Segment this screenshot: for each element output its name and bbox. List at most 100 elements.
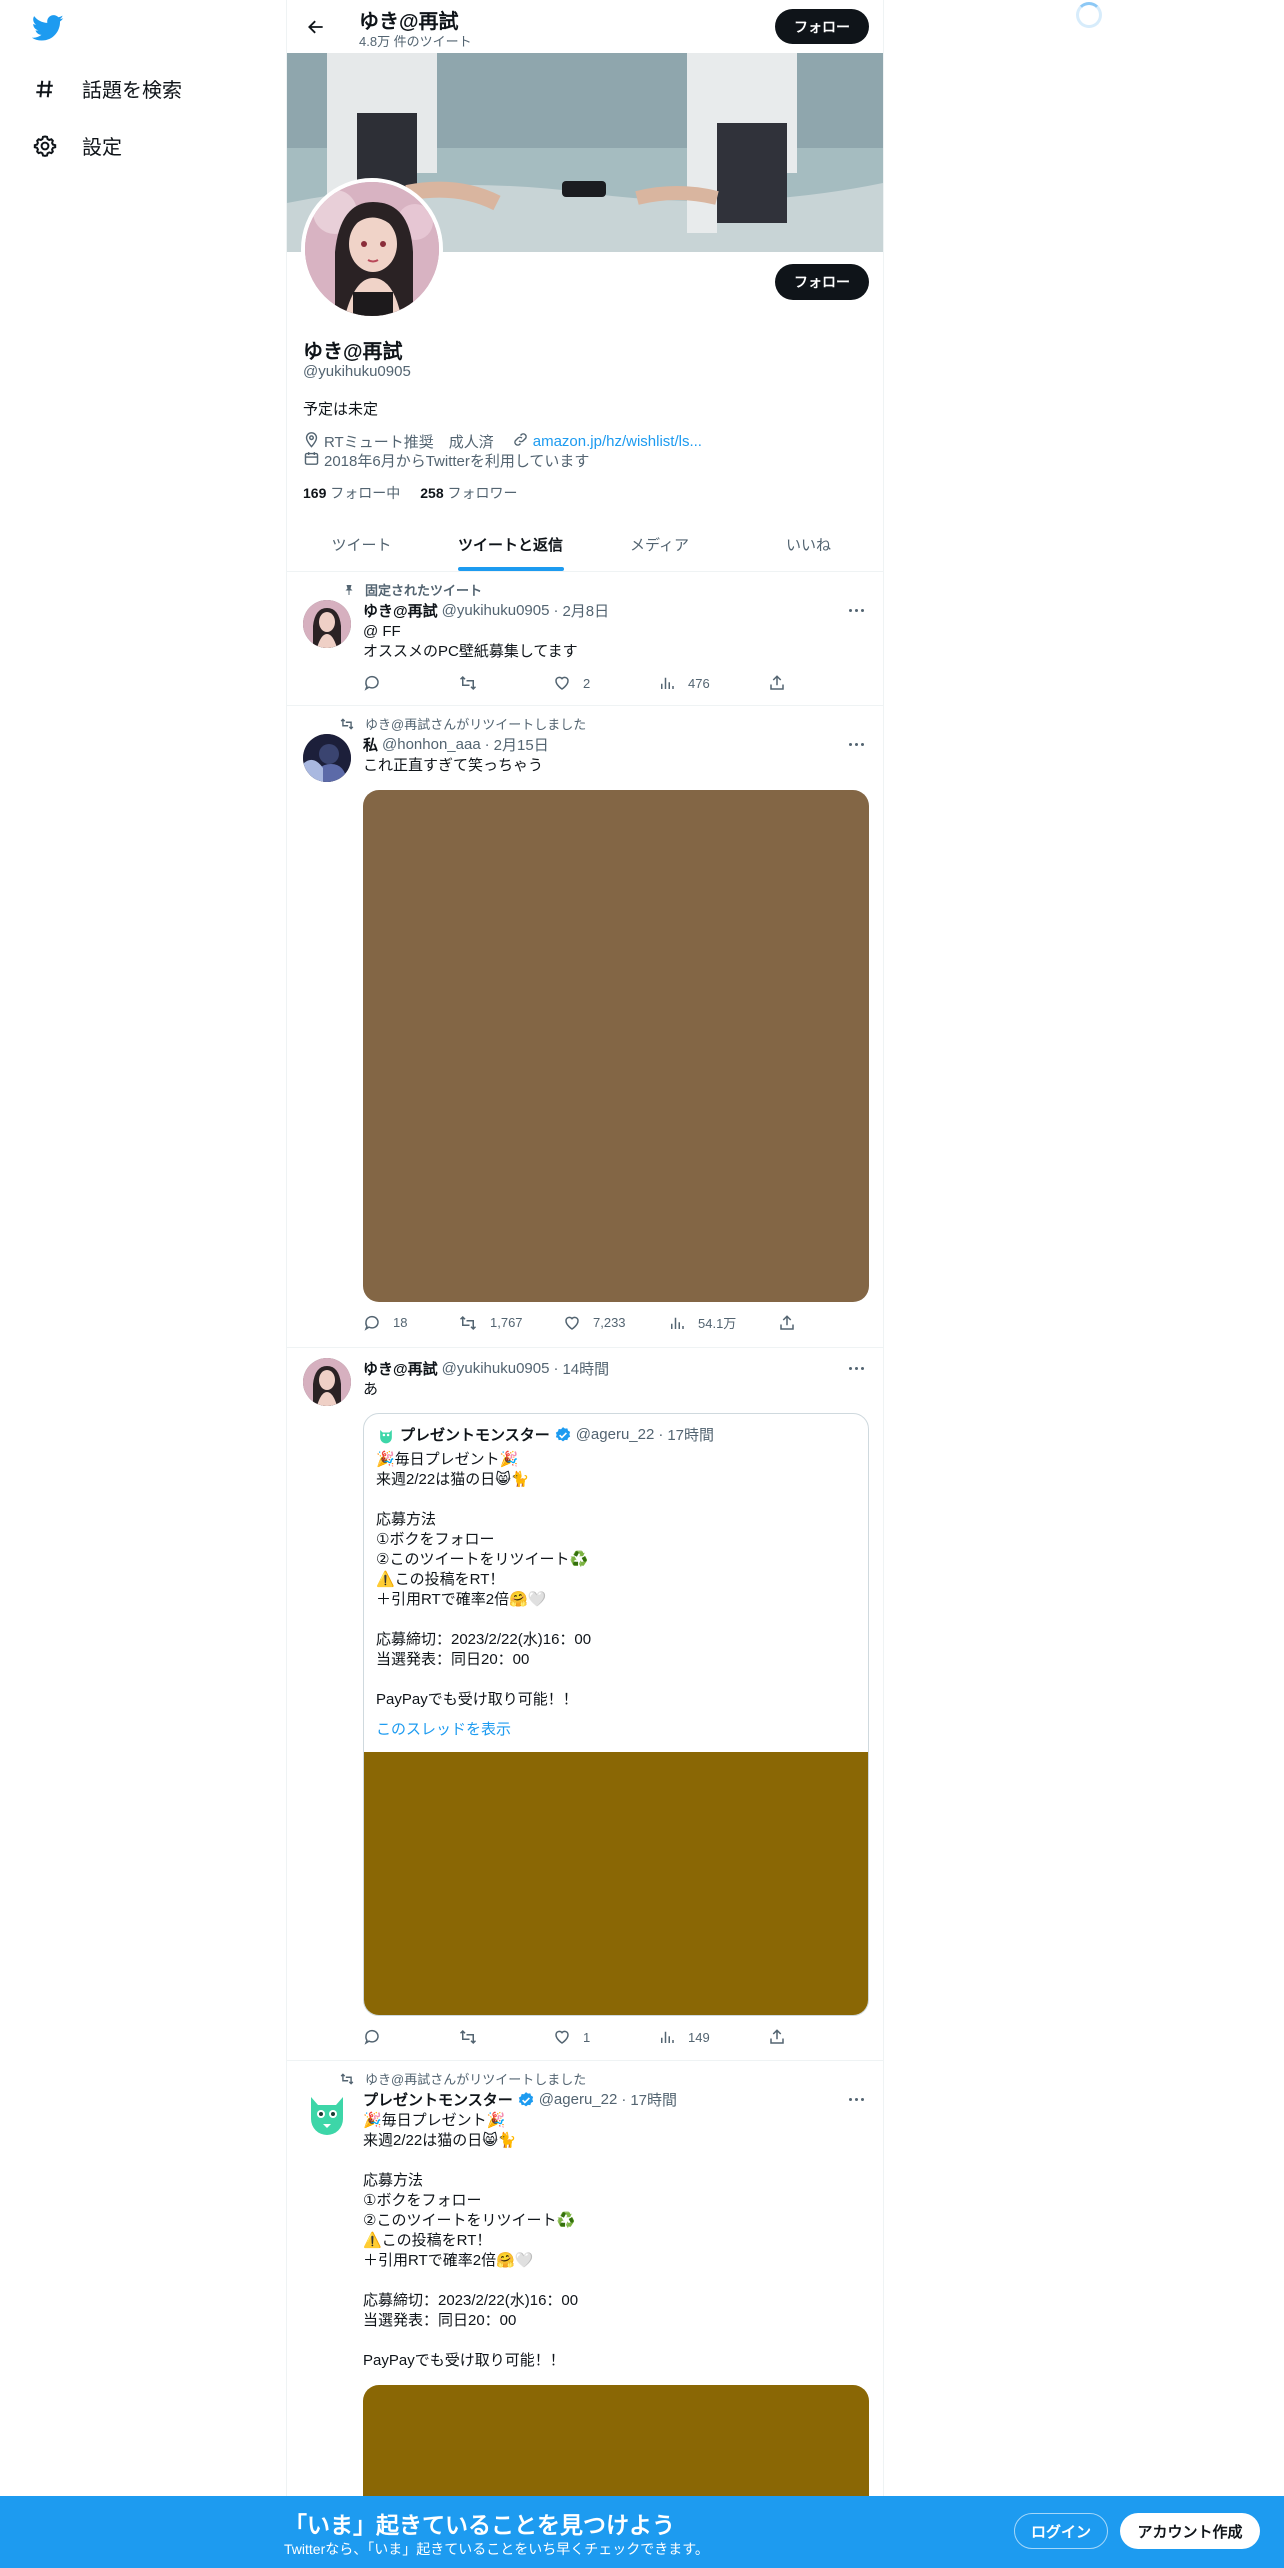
tweet-header: 私 @honhon_aaa · 2月15日: [363, 734, 549, 755]
tweet-header: プレゼントモンスター @ageru_22 · 17時間: [363, 2089, 678, 2110]
quoted-author-name: プレゼントモンスター: [400, 1427, 550, 1444]
retweet-icon: [459, 2029, 477, 2045]
profile-bio: 予定は未定: [303, 401, 379, 418]
reply-button[interactable]: [363, 2028, 458, 2046]
following-link[interactable]: 169 フォロー中: [303, 483, 400, 503]
show-thread-link[interactable]: このスレッドを表示: [376, 1718, 511, 1739]
share-icon: [770, 675, 784, 690]
profile-handle: @yukihuku0905: [303, 363, 411, 380]
tweet-author-handle[interactable]: @yukihuku0905: [442, 602, 550, 619]
main-column: ゆき@再試 4.8万 件のツイート フォロー フォロー ゆき@再試 @yukih…: [286, 0, 884, 2568]
profile-joined-date: 2018年6月からTwitterを利用しています: [324, 453, 590, 470]
retweet-icon: [459, 1315, 477, 1330]
loading-spinner-icon: [1076, 2, 1102, 28]
retweet-small-icon: [335, 2072, 355, 2086]
views-chart-icon: [661, 2031, 674, 2043]
profile-joined-row: 2018年6月からTwitterを利用しています: [303, 450, 589, 471]
retweet-button[interactable]: [458, 674, 553, 692]
more-options-icon[interactable]: [841, 2089, 871, 2109]
tweet-date[interactable]: 14時間: [562, 1358, 609, 1379]
tweet-author-name[interactable]: ゆき@再試: [363, 600, 438, 621]
retweet-label: ゆき@再試さんがリツイートしました: [335, 714, 586, 733]
header-profile-name: ゆき@再試: [359, 11, 459, 33]
retweet-button[interactable]: 1,767: [458, 1313, 563, 1332]
tweet-author-name[interactable]: ゆき@再試: [363, 1358, 438, 1379]
heart-icon: [555, 2030, 569, 2044]
profile-avatar[interactable]: [301, 178, 443, 320]
retweet-small-icon: [335, 717, 355, 731]
more-options-icon[interactable]: [841, 600, 871, 620]
tweet-text: あ: [363, 1381, 379, 1398]
tweet-pinned[interactable]: 固定されたツイート ゆき@再試 @yukihuku0905 · 2月8日 @ F…: [287, 572, 883, 706]
profile-meta-row: RTミュート推奨 成人済 amazon.jp/hz/wishlist/ls...: [303, 431, 702, 452]
location-pin-icon: [303, 431, 320, 452]
tweet-author-handle[interactable]: @yukihuku0905: [442, 1360, 550, 1377]
reply-icon: [364, 1315, 379, 1331]
back-arrow-icon[interactable]: [299, 10, 333, 44]
more-options-icon[interactable]: [841, 1358, 871, 1378]
tweet-avatar[interactable]: [303, 2089, 351, 2137]
twitter-logo-icon[interactable]: [31, 12, 64, 44]
tweet-author-name[interactable]: 私: [363, 734, 378, 755]
sidebar-item-label: 話題を検索: [82, 80, 182, 102]
tweet-author-handle[interactable]: @ageru_22: [539, 2091, 618, 2108]
tab-tweets-and-replies[interactable]: ツイートと返信: [436, 518, 585, 571]
reply-button[interactable]: [363, 674, 458, 692]
views-chart-icon: [661, 677, 674, 689]
tab-media[interactable]: メディア: [585, 518, 734, 571]
tweet-actions: 18 1,767 7,233 54.1万: [363, 1313, 803, 1332]
create-account-button[interactable]: アカウント作成: [1120, 2513, 1260, 2549]
quoted-tweet[interactable]: プレゼントモンスター @ageru_22 · 17時間 🎉毎日プレゼント🎉 来週…: [363, 1413, 869, 2016]
pinned-label: 固定されたツイート: [335, 580, 482, 599]
tweet-author-name[interactable]: プレゼントモンスター: [363, 2089, 513, 2110]
profile-location: RTミュート推奨 成人済: [324, 434, 494, 451]
verified-badge-icon: [554, 1426, 572, 1444]
tweet-text: 🎉毎日プレゼント🎉 来週2/22は猫の日😸🐈 応募方法 ①ボクをフォロー ②この…: [363, 2112, 579, 2369]
tweet-date[interactable]: 2月15日: [494, 734, 549, 755]
tweet-avatar[interactable]: [303, 734, 351, 782]
tweet-date[interactable]: 2月8日: [562, 600, 609, 621]
reply-icon: [364, 675, 379, 691]
retweet-button[interactable]: [458, 2028, 553, 2046]
tweet-media-image[interactable]: [363, 790, 869, 1302]
tweet-actions: 1 149: [363, 2028, 803, 2046]
views-button[interactable]: 54.1万: [668, 1313, 778, 1332]
follow-stats: 169 フォロー中 258 フォロワー: [303, 483, 518, 503]
tweet-quote[interactable]: ゆき@再試 @yukihuku0905 · 14時間 あ プレゼントモンスター …: [287, 1348, 883, 2061]
views-button[interactable]: 149: [658, 2028, 768, 2046]
share-button[interactable]: [778, 1313, 796, 1332]
like-button[interactable]: 1: [553, 2028, 658, 2046]
retweet-label: ゆき@再試さんがリツイートしました: [335, 2069, 586, 2088]
tweet-date[interactable]: 17時間: [630, 2089, 677, 2110]
quoted-date: 17時間: [667, 1427, 715, 1444]
profile-follow-button[interactable]: フォロー: [775, 264, 869, 300]
share-icon: [770, 2029, 784, 2044]
like-button[interactable]: 2: [553, 674, 658, 692]
header-follow-button[interactable]: フォロー: [775, 9, 869, 44]
like-button[interactable]: 7,233: [563, 1313, 668, 1332]
followers-link[interactable]: 258 フォロワー: [420, 483, 517, 503]
gear-icon: [32, 133, 58, 159]
more-options-icon[interactable]: [841, 734, 871, 754]
tweet-avatar[interactable]: [303, 600, 351, 648]
reply-button[interactable]: 18: [363, 1313, 458, 1332]
sidebar-item-settings[interactable]: 設定: [32, 131, 122, 160]
share-button[interactable]: [768, 674, 786, 692]
signup-prompt-bar: 「いま」起きていることを見つけよう Twitterなら、「いま」起きていることを…: [0, 2496, 1284, 2568]
tab-tweets[interactable]: ツイート: [287, 518, 436, 571]
tweet-retweeted[interactable]: ゆき@再試さんがリツイートしました プレゼントモンスター @ageru_22 ·…: [287, 2061, 883, 2568]
views-button[interactable]: 476: [658, 674, 768, 692]
share-button[interactable]: [768, 2028, 786, 2046]
quoted-media-image[interactable]: [364, 1752, 868, 2015]
sidebar-item-explore[interactable]: 話題を検索: [32, 74, 182, 103]
login-button[interactable]: ログイン: [1014, 2513, 1108, 2549]
tweet-author-handle[interactable]: @honhon_aaa: [382, 736, 481, 753]
tweet-retweeted[interactable]: ゆき@再試さんがリツイートしました 私 @honhon_aaa · 2月15日 …: [287, 706, 883, 1348]
quoted-tweet-text: 🎉毎日プレゼント🎉 来週2/22は猫の日😸🐈 応募方法 ①ボクをフォロー ②この…: [376, 1451, 592, 1708]
profile-website-link[interactable]: amazon.jp/hz/wishlist/ls...: [533, 433, 702, 450]
tab-likes[interactable]: いいね: [734, 518, 883, 571]
verified-badge-icon: [517, 2091, 535, 2109]
tweet-header: ゆき@再試 @yukihuku0905 · 14時間: [363, 1358, 610, 1379]
tweet-avatar[interactable]: [303, 1358, 351, 1406]
quoted-avatar: [376, 1424, 396, 1445]
